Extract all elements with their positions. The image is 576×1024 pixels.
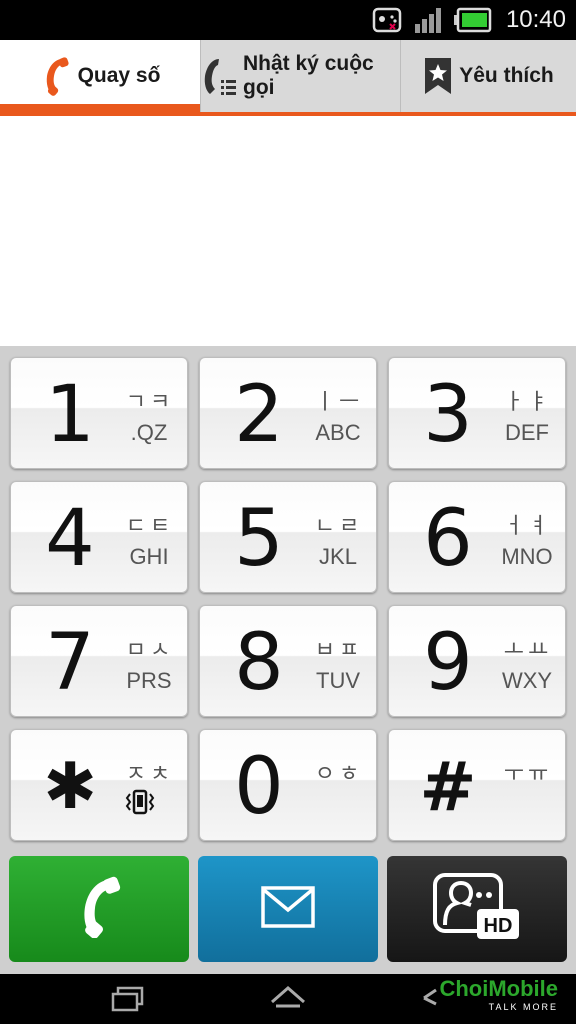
svg-text:HD: HD	[484, 915, 513, 937]
clock: 10:40	[505, 6, 566, 33]
video-call-button[interactable]: HD	[387, 856, 567, 962]
vibrate-icon	[123, 788, 157, 821]
key-latin-letters: GHI	[129, 544, 169, 569]
key-1[interactable]: 1 ㄱㅋ .QZ	[10, 357, 188, 469]
tab-favorites-label: Yêu thích	[459, 64, 554, 87]
watermark-brand: ChoiMobile	[439, 976, 558, 1001]
key-digit: 2	[234, 370, 284, 460]
key-digit: 0	[234, 742, 284, 832]
tab-dial[interactable]: Quay số	[0, 40, 200, 112]
key-digit: 3	[423, 370, 473, 460]
key-korean-letters: ㅗㅛ	[503, 638, 553, 663]
key-latin-letters: .QZ	[130, 420, 168, 445]
key-hash[interactable]: # ㅜㅠ	[388, 729, 566, 841]
key-korean-letters: ㅓㅕ	[503, 514, 553, 539]
phone-handset-icon	[40, 56, 72, 96]
tab-call-log[interactable]: Nhật ký cuộc gọi	[201, 40, 400, 112]
key-korean-letters: ㅜㅠ	[503, 762, 553, 787]
key-latin-letters: DEF	[505, 420, 549, 445]
key-digit: ✱	[43, 750, 97, 824]
key-star[interactable]: ✱ ㅈㅊ	[10, 729, 188, 841]
key-2[interactable]: 2 ㅣㅡ ABC	[199, 357, 377, 469]
key-korean-letters: ㅈㅊ	[125, 762, 175, 787]
key-digit: 6	[423, 494, 473, 584]
call-button[interactable]	[9, 856, 189, 962]
key-latin-letters: MNO	[501, 544, 553, 569]
key-latin-letters: WXY	[501, 668, 553, 693]
key-korean-letters: ㅂㅍ	[314, 638, 364, 663]
key-digit: 1	[45, 370, 95, 460]
recent-apps-icon[interactable]	[110, 982, 146, 1019]
key-korean-letters: ㅣㅡ	[314, 390, 364, 415]
watermark-tagline: TALK MORE	[488, 1002, 558, 1012]
key-digit: 5	[234, 494, 284, 584]
key-digit: #	[419, 748, 477, 827]
key-korean-letters: ㄱㅋ	[125, 390, 175, 415]
key-latin-letters: JKL	[319, 544, 357, 569]
key-latin-letters: TUV	[316, 668, 360, 693]
key-korean-letters: ㄷㅌ	[125, 514, 175, 539]
key-digit: 7	[45, 618, 95, 708]
key-latin-letters: PRS	[126, 668, 172, 693]
key-korean-letters: ㅏㅑ	[503, 390, 553, 415]
key-korean-letters: ㄴㄹ	[314, 514, 364, 539]
watermark-logo: ChoiMobile TALK MORE	[439, 976, 558, 1012]
call-log-icon	[201, 56, 237, 96]
key-3[interactable]: 3 ㅏㅑ DEF	[388, 357, 566, 469]
battery-icon	[454, 6, 492, 39]
key-digit: 9	[423, 618, 473, 708]
home-icon[interactable]	[268, 982, 308, 1019]
tab-dial-label: Quay số	[77, 64, 161, 87]
phone-handset-icon	[73, 876, 125, 943]
active-tab-indicator	[0, 104, 200, 112]
key-8[interactable]: 8 ㅂㅍ TUV	[199, 605, 377, 717]
key-6[interactable]: 6 ㅓㅕ MNO	[388, 481, 566, 593]
tab-favorites[interactable]: Yêu thích	[401, 40, 576, 112]
hd-video-call-icon: HD	[431, 871, 523, 948]
number-display[interactable]	[0, 116, 576, 346]
tab-call-log-label: Nhật ký cuộc gọi	[243, 52, 374, 99]
key-0[interactable]: 0 ㅇㅎ	[199, 729, 377, 841]
key-digit: 4	[45, 494, 95, 584]
key-9[interactable]: 9 ㅗㅛ WXY	[388, 605, 566, 717]
key-korean-letters: ㅇㅎ	[314, 762, 364, 787]
status-bar: 10:40	[0, 0, 576, 40]
key-7[interactable]: 7 ㅁㅅ PRS	[10, 605, 188, 717]
signal-strength-icon	[414, 6, 444, 39]
key-5[interactable]: 5 ㄴㄹ JKL	[199, 481, 377, 593]
key-4[interactable]: 4 ㄷㅌ GHI	[10, 481, 188, 593]
bookmark-star-icon	[423, 56, 453, 96]
key-digit: 8	[234, 618, 284, 708]
message-button[interactable]	[198, 856, 378, 962]
game-controller-icon	[372, 6, 402, 39]
key-latin-letters: ABC	[315, 420, 361, 445]
envelope-icon	[261, 885, 315, 933]
key-korean-letters: ㅁㅅ	[125, 638, 175, 663]
